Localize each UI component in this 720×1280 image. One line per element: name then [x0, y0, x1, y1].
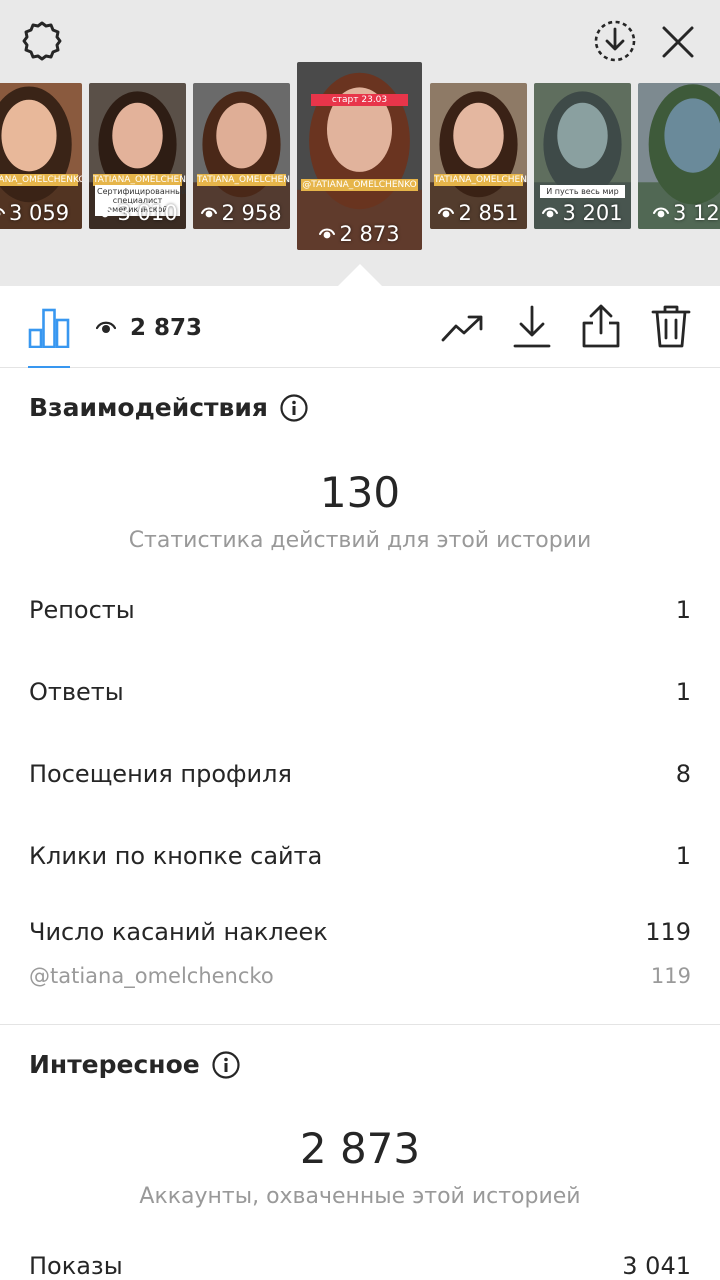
- metric-label: Посещения профиля: [29, 760, 292, 788]
- metric-row-sticker-mention: @tatiana_omelchencko 119: [29, 964, 691, 988]
- metric-value: 1: [675, 842, 691, 870]
- settings-gear-icon: [22, 21, 62, 61]
- metric-label: Клики по кнопке сайта: [29, 842, 323, 870]
- metric-row-profile-visits: Посещения профиля 8: [29, 760, 691, 788]
- info-icon[interactable]: [280, 393, 308, 422]
- download-circle-icon: [594, 20, 636, 62]
- sticker-value: 119: [650, 964, 691, 988]
- story-handle-sticker: TATIANA_OMELCHENKO: [197, 173, 290, 186]
- story-thumbnail[interactable]: И пусть весь мир 3 201: [534, 83, 631, 229]
- share-icon: [582, 304, 620, 348]
- download-icon: [513, 305, 551, 348]
- story-view-count: 3 010: [89, 201, 186, 225]
- eye-icon: [542, 207, 559, 218]
- metric-value: 1: [675, 678, 691, 706]
- eye-icon: [96, 321, 116, 333]
- metric-row-sticker-taps: Число касаний наклеек 119: [29, 918, 691, 946]
- metric-row-website-clicks: Клики по кнопке сайта 1: [29, 842, 691, 870]
- eye-icon: [438, 207, 455, 218]
- metric-label: Число касаний наклеек: [29, 918, 328, 946]
- story-view-count: 2 851: [430, 201, 527, 225]
- interactions-caption: Статистика действий для этой истории: [128, 528, 592, 553]
- story-handle-sticker: @TATIANA_OMELCHENKO: [301, 178, 418, 191]
- promote-button[interactable]: [440, 306, 486, 350]
- story-view-count: 3 059: [0, 201, 82, 225]
- story-date-tag: старт 23.03: [311, 93, 408, 106]
- view-count-value: 2 873: [130, 315, 203, 341]
- discovery-total: 2 873: [299, 1124, 421, 1173]
- section-divider: [0, 1024, 720, 1025]
- view-count: 2 873: [96, 308, 202, 348]
- story-thumbnail-selected[interactable]: @TATIANA_OMELCHENKO старт 23.03 2 873: [297, 62, 422, 250]
- discovery-header: Интересное: [29, 1050, 240, 1079]
- stats-tab[interactable]: [26, 304, 72, 350]
- story-handle-sticker: TATIANA_OMELCHENKO: [0, 173, 82, 186]
- story-caption: И пусть весь мир: [540, 185, 625, 199]
- eye-icon: [201, 207, 218, 218]
- download-all-button[interactable]: [590, 16, 640, 66]
- story-thumbnail[interactable]: TATIANA_OMELCHENKOСертифицированный спец…: [89, 83, 186, 229]
- discovery-caption: Аккаунты, охваченные этой историей: [139, 1184, 581, 1209]
- discovery-title: Интересное: [29, 1050, 200, 1079]
- bar-chart-icon: [28, 308, 70, 348]
- story-handle-sticker: TATIANA_OMELCHENKO: [93, 173, 186, 186]
- story-thumbnail[interactable]: TATIANA_OMELCHENKO 2 958: [193, 83, 290, 229]
- story-toolbar: 2 873: [0, 286, 720, 368]
- share-button[interactable]: [578, 302, 624, 350]
- eye-icon: [319, 228, 336, 239]
- story-thumbnail[interactable]: TATIANA_OMELCHENKO 3 059: [0, 83, 82, 229]
- eye-icon: [652, 207, 669, 218]
- close-icon: [662, 26, 694, 58]
- close-button[interactable]: [654, 18, 702, 66]
- interactions-header: Взаимодействия: [29, 393, 308, 422]
- metric-row-replies: Ответы 1: [29, 678, 691, 706]
- eye-icon: [0, 208, 5, 216]
- story-strip: TATIANA_OMELCHENKO3 059TATIANA_OMELCHENK…: [0, 0, 720, 286]
- metric-value: 119: [645, 918, 691, 946]
- story-thumbnail[interactable]: TATIANA_OMELCHENKO 2 851: [430, 83, 527, 229]
- metric-value: 1: [675, 596, 691, 624]
- metric-label: Ответы: [29, 678, 124, 706]
- info-icon[interactable]: [212, 1050, 240, 1079]
- story-view-count: 3 125: [638, 201, 720, 225]
- metric-value: 8: [675, 760, 691, 788]
- story-view-count: 2 958: [193, 201, 290, 225]
- trash-icon: [651, 305, 691, 348]
- save-button[interactable]: [510, 304, 554, 350]
- sticker-label: @tatiana_omelchencko: [29, 964, 274, 988]
- story-view-count: 3 201: [534, 201, 631, 225]
- metric-label: Показы: [29, 1252, 123, 1280]
- story-handle-sticker: TATIANA_OMELCHENKO: [434, 173, 527, 186]
- interactions-title: Взаимодействия: [29, 393, 268, 422]
- trend-icon: [441, 315, 483, 342]
- settings-button[interactable]: [18, 18, 66, 66]
- metric-row-impressions: Показы 3 041: [29, 1252, 691, 1280]
- delete-button[interactable]: [648, 302, 694, 350]
- active-tab-indicator: [28, 366, 70, 368]
- story-view-count: 2 873: [297, 222, 422, 246]
- selected-story-pointer: [338, 264, 382, 286]
- metric-label: Репосты: [29, 596, 135, 624]
- metric-value: 3 041: [622, 1252, 691, 1280]
- metric-row-reposts: Репосты 1: [29, 596, 691, 624]
- story-thumbnail[interactable]: 3 125: [638, 83, 720, 229]
- eye-icon: [97, 207, 114, 218]
- interactions-total: 130: [319, 468, 401, 517]
